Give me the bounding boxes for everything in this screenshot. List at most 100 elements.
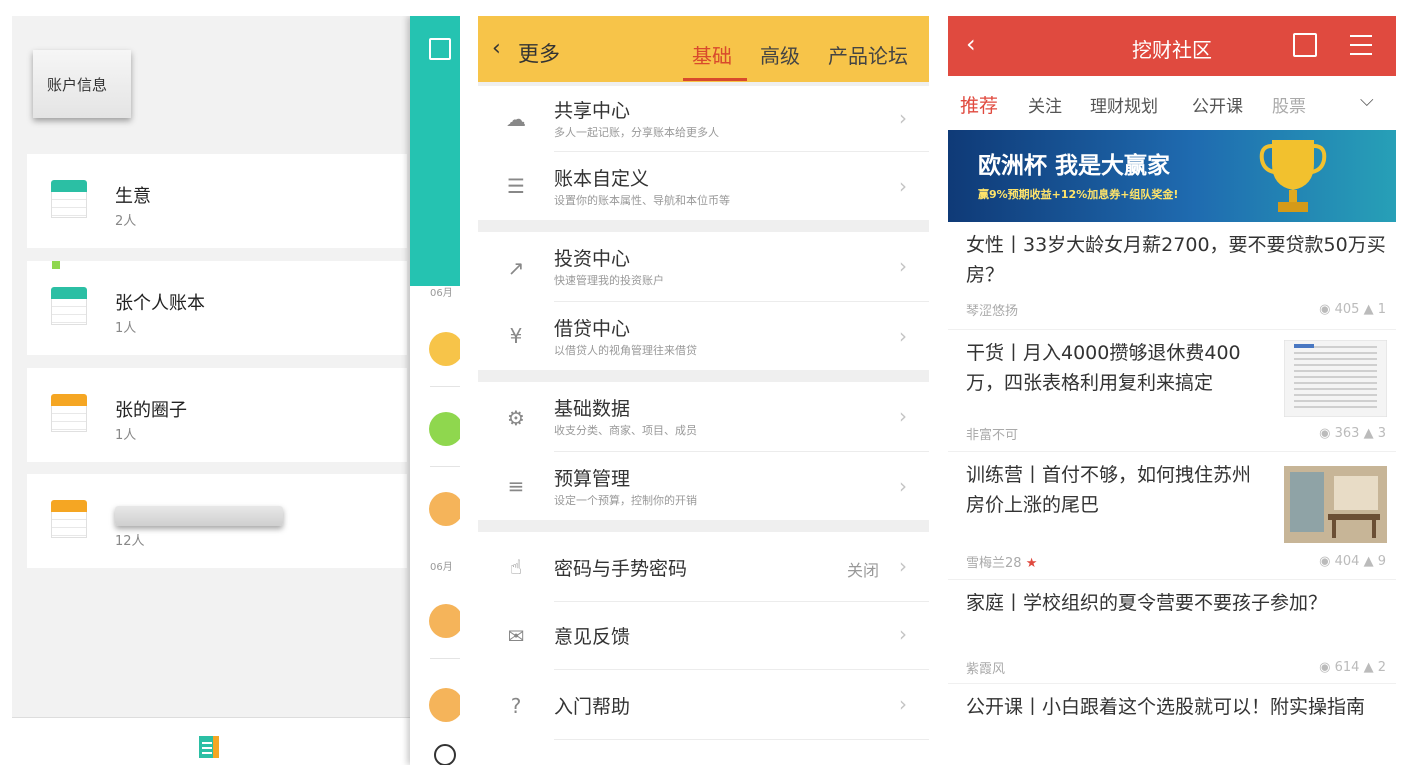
transaction-category-icon — [429, 688, 460, 722]
row-subtitle: 以借贷人的视角管理往来借贷 — [554, 344, 697, 357]
row-title: 预算管理 — [554, 468, 631, 490]
chevron-right-icon: › — [899, 254, 907, 278]
view-count: 404 — [1334, 554, 1360, 569]
book-icon — [51, 287, 87, 327]
star-badge-icon: ★ — [1025, 556, 1038, 571]
row-subtitle: 多人一起记账，分享账本给更多人 — [554, 126, 719, 139]
tab-advanced[interactable]: 高级 — [760, 40, 800, 69]
account-info-label: 账户信息 — [47, 75, 108, 94]
menu-row-password[interactable]: ☝ 密码与手势密码 关闭 › — [478, 532, 929, 602]
post-author[interactable]: 琴涩悠扬 — [966, 300, 1018, 319]
menu-row-loan-center[interactable]: ¥ 借贷中心 以借贷人的视角管理往来借贷 › — [478, 302, 929, 370]
tab-following[interactable]: 关注 — [1028, 92, 1062, 117]
promo-banner[interactable]: 欧洲杯 我是大赢家 赢9%预期收益+12%加息券+组队奖金! — [948, 130, 1396, 222]
eye-icon: ◉ — [1319, 660, 1331, 675]
chevron-right-icon: › — [899, 554, 907, 578]
menu-row-budget[interactable]: ≡ 预算管理 设定一个预算，控制你的开销 › — [478, 452, 929, 520]
post-item[interactable]: 公开课丨小白跟着这个选股就可以！附实操指南 — [948, 684, 1396, 765]
password-gesture-icon: ☝ — [509, 555, 523, 579]
community-screen: ‹ 挖财社区 推荐 关注 理财规划 公开课 股票 ⌵ 欧洲杯 我是大赢家 赢9%… — [948, 16, 1396, 765]
chevron-right-icon: › — [899, 692, 907, 716]
back-chevron-icon[interactable]: ‹ — [492, 36, 501, 61]
post-stats: ◉ 363 ▲ 3 — [1319, 426, 1386, 441]
ledger-tab-icon[interactable] — [195, 734, 223, 760]
menu-row-help[interactable]: ? 入门帮助 › — [478, 670, 929, 740]
book-item[interactable]: 张的圈子 1人 — [27, 368, 407, 462]
compose-icon[interactable] — [1293, 33, 1317, 57]
transaction-category-icon — [429, 332, 460, 366]
tab-stocks[interactable]: 股票 — [1272, 92, 1306, 117]
post-item[interactable]: 女性丨33岁大龄女月薪2700，要不要贷款50万买房？ 琴涩悠扬 ◉ 405 ▲… — [948, 222, 1396, 330]
row-title: 入门帮助 — [554, 696, 631, 718]
book-item[interactable]: 张个人账本 1人 — [27, 261, 407, 355]
like-count: 3 — [1377, 426, 1386, 441]
tab-open-course[interactable]: 公开课 — [1192, 92, 1243, 117]
tab-basic[interactable]: 基础 — [692, 40, 732, 69]
menu-row-feedback[interactable]: ✉ 意见反馈 › — [478, 602, 929, 670]
like-count: 9 — [1377, 554, 1386, 569]
tab-product-forum[interactable]: 产品论坛 — [828, 40, 908, 69]
post-title: 家庭丨学校组织的夏令营要不要孩子参加？ — [966, 592, 1328, 614]
top-nav-bar: ‹ 挖财社区 — [948, 16, 1396, 76]
row-subtitle: 设定一个预算，控制你的开销 — [554, 494, 697, 507]
book-item[interactable]: 12人 — [27, 474, 407, 568]
post-author[interactable]: 非富不可 — [966, 424, 1018, 443]
author-name: 雪梅兰28 — [966, 556, 1022, 571]
post-thumbnail — [1284, 340, 1387, 417]
book-icon — [51, 500, 87, 540]
post-author[interactable]: 雪梅兰28 ★ — [966, 552, 1037, 571]
menu-icon[interactable] — [1350, 35, 1372, 62]
book-member-count: 1人 — [115, 321, 137, 336]
book-item[interactable]: 生意 2人 — [27, 154, 407, 248]
ledger-header — [410, 16, 460, 286]
banner-subtitle: 赢9%预期收益+12%加息券+组队奖金! — [978, 188, 1179, 201]
data-settings-icon: ⚙ — [507, 406, 525, 430]
banner-title: 欧洲杯 我是大赢家 — [978, 153, 1171, 179]
post-item[interactable]: 训练营丨首付不够，如何拽住苏州房价上涨的尾巴 雪梅兰28 ★ ◉ 404 ▲ 9 — [948, 452, 1396, 580]
post-author[interactable]: 紫霞风 — [966, 658, 1005, 677]
row-subtitle: 快速管理我的投资账户 — [554, 274, 664, 287]
tab-financial-planning[interactable]: 理财规划 — [1090, 92, 1158, 117]
tab-recommended[interactable]: 推荐 — [960, 91, 998, 118]
row-title: 基础数据 — [554, 398, 631, 420]
cloud-upload-icon: ☁ — [506, 107, 526, 131]
post-item[interactable]: 干货丨月入4000攒够退休费400万，四张表格利用复利来搞定 非富不可 ◉ 36… — [948, 330, 1396, 452]
selected-marker-icon — [52, 261, 60, 269]
row-title: 借贷中心 — [554, 318, 631, 340]
chevron-right-icon: › — [899, 474, 907, 498]
post-item[interactable]: 家庭丨学校组织的夏令营要不要孩子参加？ 紫霞风 ◉ 614 ▲ 2 — [948, 580, 1396, 684]
row-title: 账本自定义 — [554, 168, 650, 190]
menu-row-share-center[interactable]: ☁ 共享中心 多人一起记账，分享账本给更多人 › — [478, 86, 929, 152]
view-count: 614 — [1334, 660, 1360, 675]
menu-row-book-customize[interactable]: ☰ 账本自定义 设置你的账本属性、导航和本位币等 › — [478, 152, 929, 220]
menu-row-partial[interactable] — [478, 740, 929, 765]
back-label[interactable]: 更多 — [518, 38, 560, 68]
post-stats: ◉ 405 ▲ 1 — [1319, 302, 1386, 317]
chevron-right-icon: › — [899, 106, 907, 130]
money-bag-icon: ¥ — [509, 324, 523, 348]
view-count: 405 — [1334, 302, 1360, 317]
like-count: 1 — [1377, 302, 1386, 317]
account-info-button[interactable]: 账户信息 — [33, 50, 131, 118]
chevron-right-icon: › — [899, 174, 907, 198]
post-title: 公开课丨小白跟着这个选股就可以！附实操指南 — [966, 696, 1366, 718]
date-label: 06月 — [430, 562, 453, 573]
post-title: 女性丨33岁大龄女月薪2700，要不要贷款50万买房？ — [966, 234, 1386, 286]
thumbs-up-icon: ▲ — [1363, 660, 1374, 675]
account-books-drawer: 账户信息 生意 2人 张个人账本 1人 张的圈子 1人 12人 — [12, 16, 410, 765]
menu-row-base-data[interactable]: ⚙ 基础数据 收支分类、商家、项目、成员 › — [478, 382, 929, 452]
post-title: 干货丨月入4000攒够退休费400万，四张表格利用复利来搞定 — [966, 342, 1241, 394]
chevron-down-icon[interactable]: ⌵ — [1360, 90, 1374, 111]
book-icon — [51, 394, 87, 434]
book-settings-icon: ☰ — [507, 174, 525, 198]
menu-icon[interactable] — [429, 38, 451, 60]
bottom-tab-bar — [12, 717, 410, 765]
pie-chart-icon[interactable] — [434, 744, 456, 765]
top-nav-bar: ‹ 更多 基础 高级 产品论坛 — [478, 16, 929, 82]
book-member-count: 12人 — [115, 534, 145, 549]
trophy-icon — [1259, 140, 1327, 212]
menu-row-investment-center[interactable]: ↗ 投资中心 快速管理我的投资账户 › — [478, 232, 929, 302]
eye-icon: ◉ — [1319, 554, 1331, 569]
row-subtitle: 收支分类、商家、项目、成员 — [554, 424, 697, 437]
redacted-book-name — [115, 506, 283, 526]
